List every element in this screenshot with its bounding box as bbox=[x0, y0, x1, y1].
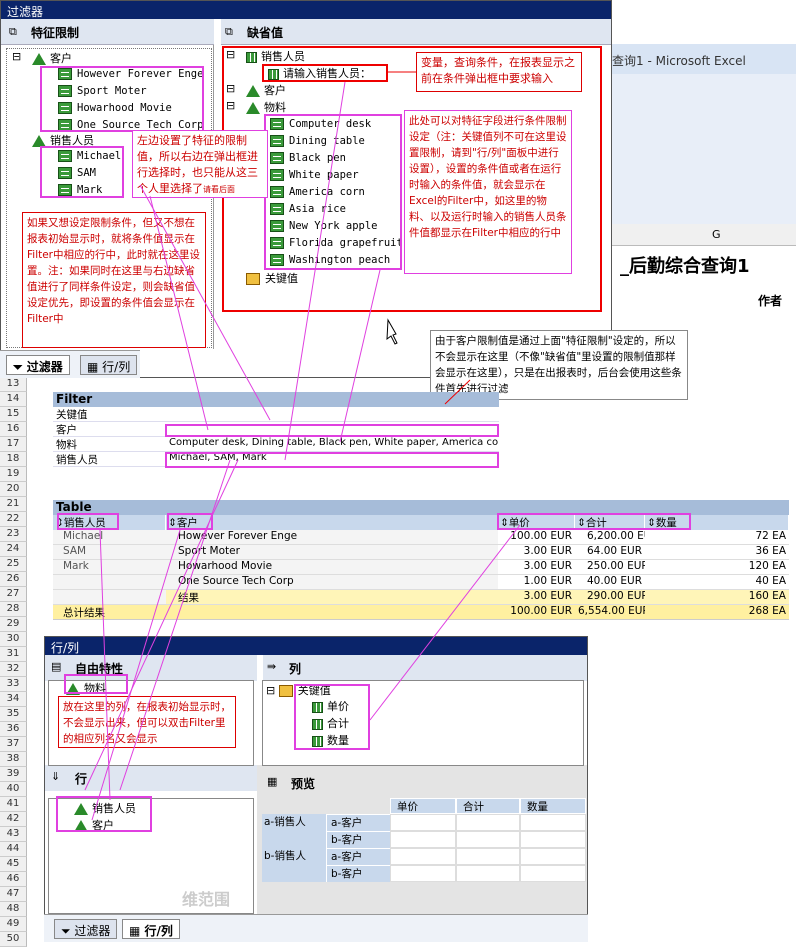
header-sales-box bbox=[57, 513, 119, 530]
arrow-line bbox=[149, 195, 209, 431]
annotation-lines bbox=[57, 71, 691, 821]
mouse-cursor-icon bbox=[386, 318, 398, 345]
arrow-line bbox=[139, 184, 271, 421]
arrow-line bbox=[119, 459, 231, 791]
filter-sales-box bbox=[165, 452, 499, 468]
header-customer-box bbox=[167, 513, 213, 530]
arrow-line bbox=[339, 269, 381, 443]
arrow-line bbox=[444, 379, 471, 405]
filter-customer-box bbox=[165, 424, 499, 437]
arrow-line bbox=[284, 81, 346, 461]
header-kf-box bbox=[497, 513, 691, 530]
arrow-line bbox=[369, 524, 521, 721]
arrow-line bbox=[99, 529, 111, 801]
